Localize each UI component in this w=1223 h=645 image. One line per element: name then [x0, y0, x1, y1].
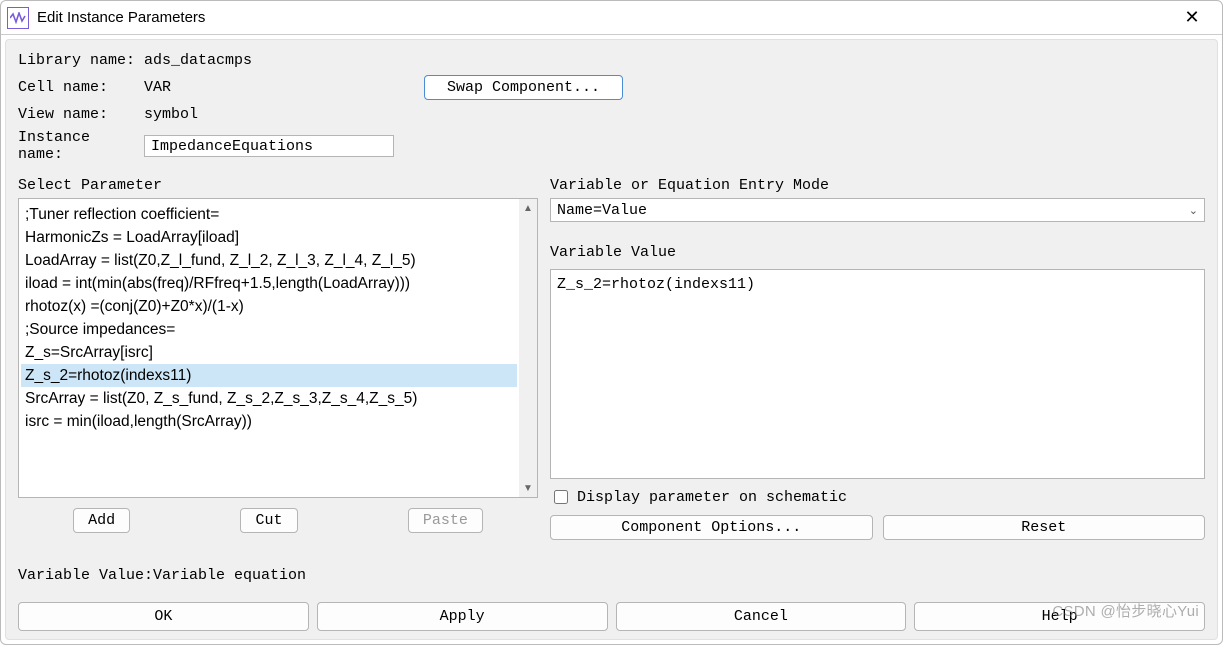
display-parameter-label: Display parameter on schematic [577, 489, 847, 506]
instance-name-input[interactable] [144, 135, 394, 157]
listbox-scrollbar[interactable]: ▲ ▼ [519, 199, 537, 497]
dialog-body: Library name: ads_datacmps Cell name: VA… [5, 39, 1218, 640]
columns: Select Parameter ;Tuner reflection coeff… [18, 177, 1205, 557]
entry-mode-value: Name=Value [557, 202, 647, 219]
paste-button[interactable]: Paste [408, 508, 483, 533]
reset-button[interactable]: Reset [883, 515, 1206, 540]
library-name-value: ads_datacmps [144, 52, 404, 69]
list-item[interactable]: ;Source impedances= [21, 318, 517, 341]
list-item[interactable]: isrc = min(iload,length(SrcArray)) [21, 410, 517, 433]
right-button-row: Component Options... Reset [550, 515, 1205, 540]
list-item[interactable]: Z_s=SrcArray[isrc] [21, 341, 517, 364]
left-column: Select Parameter ;Tuner reflection coeff… [18, 177, 538, 557]
scroll-down-icon[interactable]: ▼ [519, 479, 537, 497]
bottom-button-bar: OK Apply Cancel Help [18, 584, 1205, 631]
variable-value-hint: Variable Value:Variable equation [18, 567, 1205, 584]
cut-button[interactable]: Cut [240, 508, 297, 533]
select-parameter-label: Select Parameter [18, 177, 538, 194]
list-item[interactable]: iload = int(min(abs(freq)/RFfreq+1.5,len… [21, 272, 517, 295]
entry-mode-combo[interactable]: Name=Value ⌄ [550, 198, 1205, 222]
cancel-button[interactable]: Cancel [616, 602, 907, 631]
list-item[interactable]: rhotoz(x) =(conj(Z0)+Z0*x)/(1-x) [21, 295, 517, 318]
list-item[interactable]: HarmonicZs = LoadArray[iload] [21, 226, 517, 249]
list-item[interactable]: ;Tuner reflection coefficient= [21, 203, 517, 226]
right-column: Variable or Equation Entry Mode Name=Val… [550, 177, 1205, 557]
list-item[interactable]: Z_s_2=rhotoz(indexs11) [21, 364, 517, 387]
variable-value-label: Variable Value [550, 244, 1205, 261]
list-item[interactable]: LoadArray = list(Z0,Z_l_fund, Z_l_2, Z_l… [21, 249, 517, 272]
variable-value-box[interactable]: Z_s_2=rhotoz(indexs11) [550, 269, 1205, 479]
help-button[interactable]: Help [914, 602, 1205, 631]
display-parameter-row[interactable]: Display parameter on schematic [550, 487, 1205, 507]
parameter-list-inner: ;Tuner reflection coefficient=HarmonicZs… [19, 199, 519, 497]
library-name-label: Library name: [18, 52, 136, 69]
dialog-edit-instance-parameters: Edit Instance Parameters ✕ Library name:… [0, 0, 1223, 645]
app-icon [7, 7, 29, 29]
swap-component-button[interactable]: Swap Component... [424, 75, 623, 100]
list-button-row: Add Cut Paste [18, 508, 538, 533]
view-name-label: View name: [18, 106, 136, 123]
instance-name-label: Instance name: [18, 129, 136, 163]
close-icon[interactable]: ✕ [1172, 7, 1212, 28]
display-parameter-checkbox[interactable] [554, 490, 568, 504]
window-title: Edit Instance Parameters [37, 9, 205, 26]
scroll-up-icon[interactable]: ▲ [519, 199, 537, 217]
variable-value-text: Z_s_2=rhotoz(indexs11) [557, 276, 755, 293]
chevron-down-icon: ⌄ [1189, 204, 1198, 217]
parameter-listbox[interactable]: ;Tuner reflection coefficient=HarmonicZs… [18, 198, 538, 498]
component-options-button[interactable]: Component Options... [550, 515, 873, 540]
add-button[interactable]: Add [73, 508, 130, 533]
instance-meta: Library name: ads_datacmps Cell name: VA… [18, 52, 1205, 163]
scroll-track[interactable] [519, 217, 537, 479]
entry-mode-label: Variable or Equation Entry Mode [550, 177, 1205, 194]
titlebar: Edit Instance Parameters ✕ [1, 1, 1222, 35]
list-item[interactable]: SrcArray = list(Z0, Z_s_fund, Z_s_2,Z_s_… [21, 387, 517, 410]
cell-name-label: Cell name: [18, 79, 136, 96]
ok-button[interactable]: OK [18, 602, 309, 631]
view-name-value: symbol [144, 106, 404, 123]
apply-button[interactable]: Apply [317, 602, 608, 631]
cell-name-value: VAR [144, 79, 404, 96]
